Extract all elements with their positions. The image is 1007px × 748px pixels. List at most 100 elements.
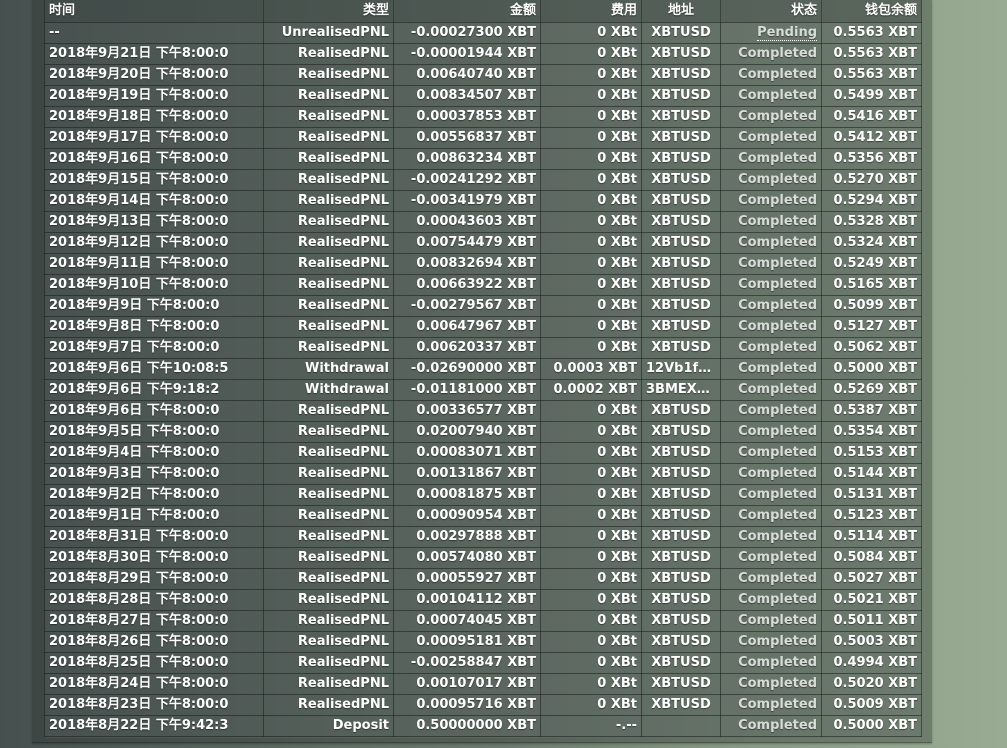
cell-amount: 0.00055927 XBT xyxy=(393,568,541,590)
cell-time: 2018年9月3日 下午8:00:0 xyxy=(44,463,264,485)
header-time[interactable]: 时间 xyxy=(44,0,264,23)
cell-amount: 0.00640740 XBT xyxy=(393,64,541,86)
cell-amount: -0.00027300 XBT xyxy=(393,22,541,44)
cell-balance: 0.5165 XBT xyxy=(821,274,922,296)
cell-fee: 0 XBt xyxy=(540,295,642,317)
table-row: 2018年8月22日 下午9:42:3 Deposit 0.50000000 XBT… xyxy=(44,715,922,737)
cell-fee: 0 XBt xyxy=(540,232,642,254)
cell-time: 2018年8月24日 下午8:00:0 xyxy=(44,673,264,695)
cell-time: 2018年9月8日 下午8:00:0 xyxy=(44,316,264,338)
table-row: 2018年8月25日 下午8:00:0 RealisedPNL -0.0025884… xyxy=(44,652,922,674)
cell-time: 2018年9月7日 下午8:00:0 xyxy=(44,337,264,359)
cell-fee: 0 XBt xyxy=(540,610,642,632)
cell-address: XBTUSD xyxy=(641,190,721,212)
cell-time: 2018年9月5日 下午8:00:0 xyxy=(44,421,264,443)
cell-status: Completed xyxy=(720,43,822,65)
cell-address: XBTUSD xyxy=(641,274,721,296)
table-row: 2018年8月30日 下午8:00:0 RealisedPNL 0.00574080… xyxy=(44,547,922,569)
cell-type: RealisedPNL xyxy=(263,442,394,464)
cell-type: RealisedPNL xyxy=(263,631,394,653)
status-label: Completed xyxy=(738,466,817,481)
cell-type: RealisedPNL xyxy=(263,148,394,170)
cell-balance: 0.5387 XBT xyxy=(821,400,922,422)
cell-amount: 0.00863234 XBT xyxy=(393,148,541,170)
cell-balance: 0.5144 XBT xyxy=(821,463,922,485)
cell-balance: 0.5270 XBT xyxy=(821,169,922,191)
table-row: 2018年9月3日 下午8:00:0 RealisedPNL 0.00131867 … xyxy=(44,463,922,485)
cell-status: Completed xyxy=(720,568,822,590)
table-row: 2018年9月21日 下午8:00:0 RealisedPNL -0.0000194… xyxy=(44,43,922,65)
cell-fee: 0 XBt xyxy=(540,442,642,464)
cell-status: Completed xyxy=(720,232,822,254)
cell-fee: 0 XBt xyxy=(540,694,642,716)
cell-type: Withdrawal xyxy=(263,358,394,380)
status-label: Completed xyxy=(738,298,817,313)
header-type[interactable]: 类型 xyxy=(263,0,394,23)
cell-balance: 0.5563 XBT xyxy=(821,43,922,65)
cell-amount: 0.00083071 XBT xyxy=(393,442,541,464)
cell-time: 2018年9月1日 下午8:00:0 xyxy=(44,505,264,527)
cell-balance: 0.5084 XBT xyxy=(821,547,922,569)
cell-address: XBTUSD xyxy=(641,106,721,128)
cell-time: 2018年9月20日 下午8:00:0 xyxy=(44,64,264,86)
header-fee[interactable]: 费用 xyxy=(540,0,642,23)
cell-address: XBTUSD xyxy=(641,127,721,149)
table-row: 2018年9月13日 下午8:00:0 RealisedPNL 0.00043603… xyxy=(44,211,922,233)
cell-address: XBTUSD xyxy=(641,232,721,254)
cell-type: RealisedPNL xyxy=(263,694,394,716)
header-balance[interactable]: 钱包余额 xyxy=(821,0,922,23)
cell-fee: 0 XBt xyxy=(540,673,642,695)
header-address[interactable]: 地址 xyxy=(641,0,721,23)
cell-amount: 0.00834507 XBT xyxy=(393,85,541,107)
cell-fee: 0 XBt xyxy=(540,316,642,338)
cell-amount: -0.00241292 XBT xyxy=(393,169,541,191)
status-label: Completed xyxy=(738,130,817,145)
cell-type: RealisedPNL xyxy=(263,547,394,569)
cell-fee: 0 XBt xyxy=(540,22,642,44)
cell-fee: 0 XBt xyxy=(540,337,642,359)
cell-address: XBTUSD xyxy=(641,64,721,86)
cell-status: Completed xyxy=(720,631,822,653)
cell-fee: 0 XBt xyxy=(540,484,642,506)
cell-address: XBTUSD xyxy=(641,43,721,65)
cell-status: Completed xyxy=(720,442,822,464)
cell-amount: 0.00647967 XBT xyxy=(393,316,541,338)
cell-type: RealisedPNL xyxy=(263,463,394,485)
table-row: 2018年9月2日 下午8:00:0 RealisedPNL 0.00081875 … xyxy=(44,484,922,506)
wallet-history-table: 时间 类型 金额 费用 地址 状态 钱包余额 -- UnrealisedPNL -0… xyxy=(44,0,922,737)
cell-amount: 0.00037853 XBT xyxy=(393,106,541,128)
cell-fee: 0.0002 XBT xyxy=(540,379,642,401)
cell-status: Completed xyxy=(720,148,822,170)
cell-type: RealisedPNL xyxy=(263,64,394,86)
status-label: Completed xyxy=(738,235,817,250)
cell-time: 2018年9月17日 下午8:00:0 xyxy=(44,127,264,149)
cell-address: XBTUSD xyxy=(641,631,721,653)
table-row: 2018年8月31日 下午8:00:0 RealisedPNL 0.00297888… xyxy=(44,526,922,548)
header-amount[interactable]: 金额 xyxy=(393,0,541,23)
table-row: 2018年9月19日 下午8:00:0 RealisedPNL 0.00834507… xyxy=(44,85,922,107)
cell-status: Completed xyxy=(720,547,822,569)
cell-time: 2018年9月15日 下午8:00:0 xyxy=(44,169,264,191)
cell-type: RealisedPNL xyxy=(263,589,394,611)
cell-amount: -0.00279567 XBT xyxy=(393,295,541,317)
table-row: 2018年9月1日 下午8:00:0 RealisedPNL 0.00090954 … xyxy=(44,505,922,527)
cell-time: 2018年8月28日 下午8:00:0 xyxy=(44,589,264,611)
cell-type: RealisedPNL xyxy=(263,190,394,212)
cell-fee: 0 XBt xyxy=(540,526,642,548)
cell-amount: 0.00574080 XBT xyxy=(393,547,541,569)
cell-amount: 0.00832694 XBT xyxy=(393,253,541,275)
cell-status: Completed xyxy=(720,337,822,359)
cell-amount: 0.02007940 XBT xyxy=(393,421,541,443)
cell-balance: 0.5003 XBT xyxy=(821,631,922,653)
cell-type: RealisedPNL xyxy=(263,484,394,506)
cell-status: Completed xyxy=(720,526,822,548)
cell-time: 2018年9月6日 下午9:18:2 xyxy=(44,379,264,401)
table-row: 2018年9月17日 下午8:00:0 RealisedPNL 0.00556837… xyxy=(44,127,922,149)
header-status[interactable]: 状态 xyxy=(720,0,822,23)
cell-type: RealisedPNL xyxy=(263,169,394,191)
cell-time: 2018年8月23日 下午8:00:0 xyxy=(44,694,264,716)
status-label: Completed xyxy=(738,67,817,82)
cell-address: 3BMEX9g… xyxy=(641,379,721,401)
cell-balance: 0.5324 XBT xyxy=(821,232,922,254)
table-row: 2018年9月6日 下午9:18:2 Withdrawal -0.01181000 … xyxy=(44,379,922,401)
